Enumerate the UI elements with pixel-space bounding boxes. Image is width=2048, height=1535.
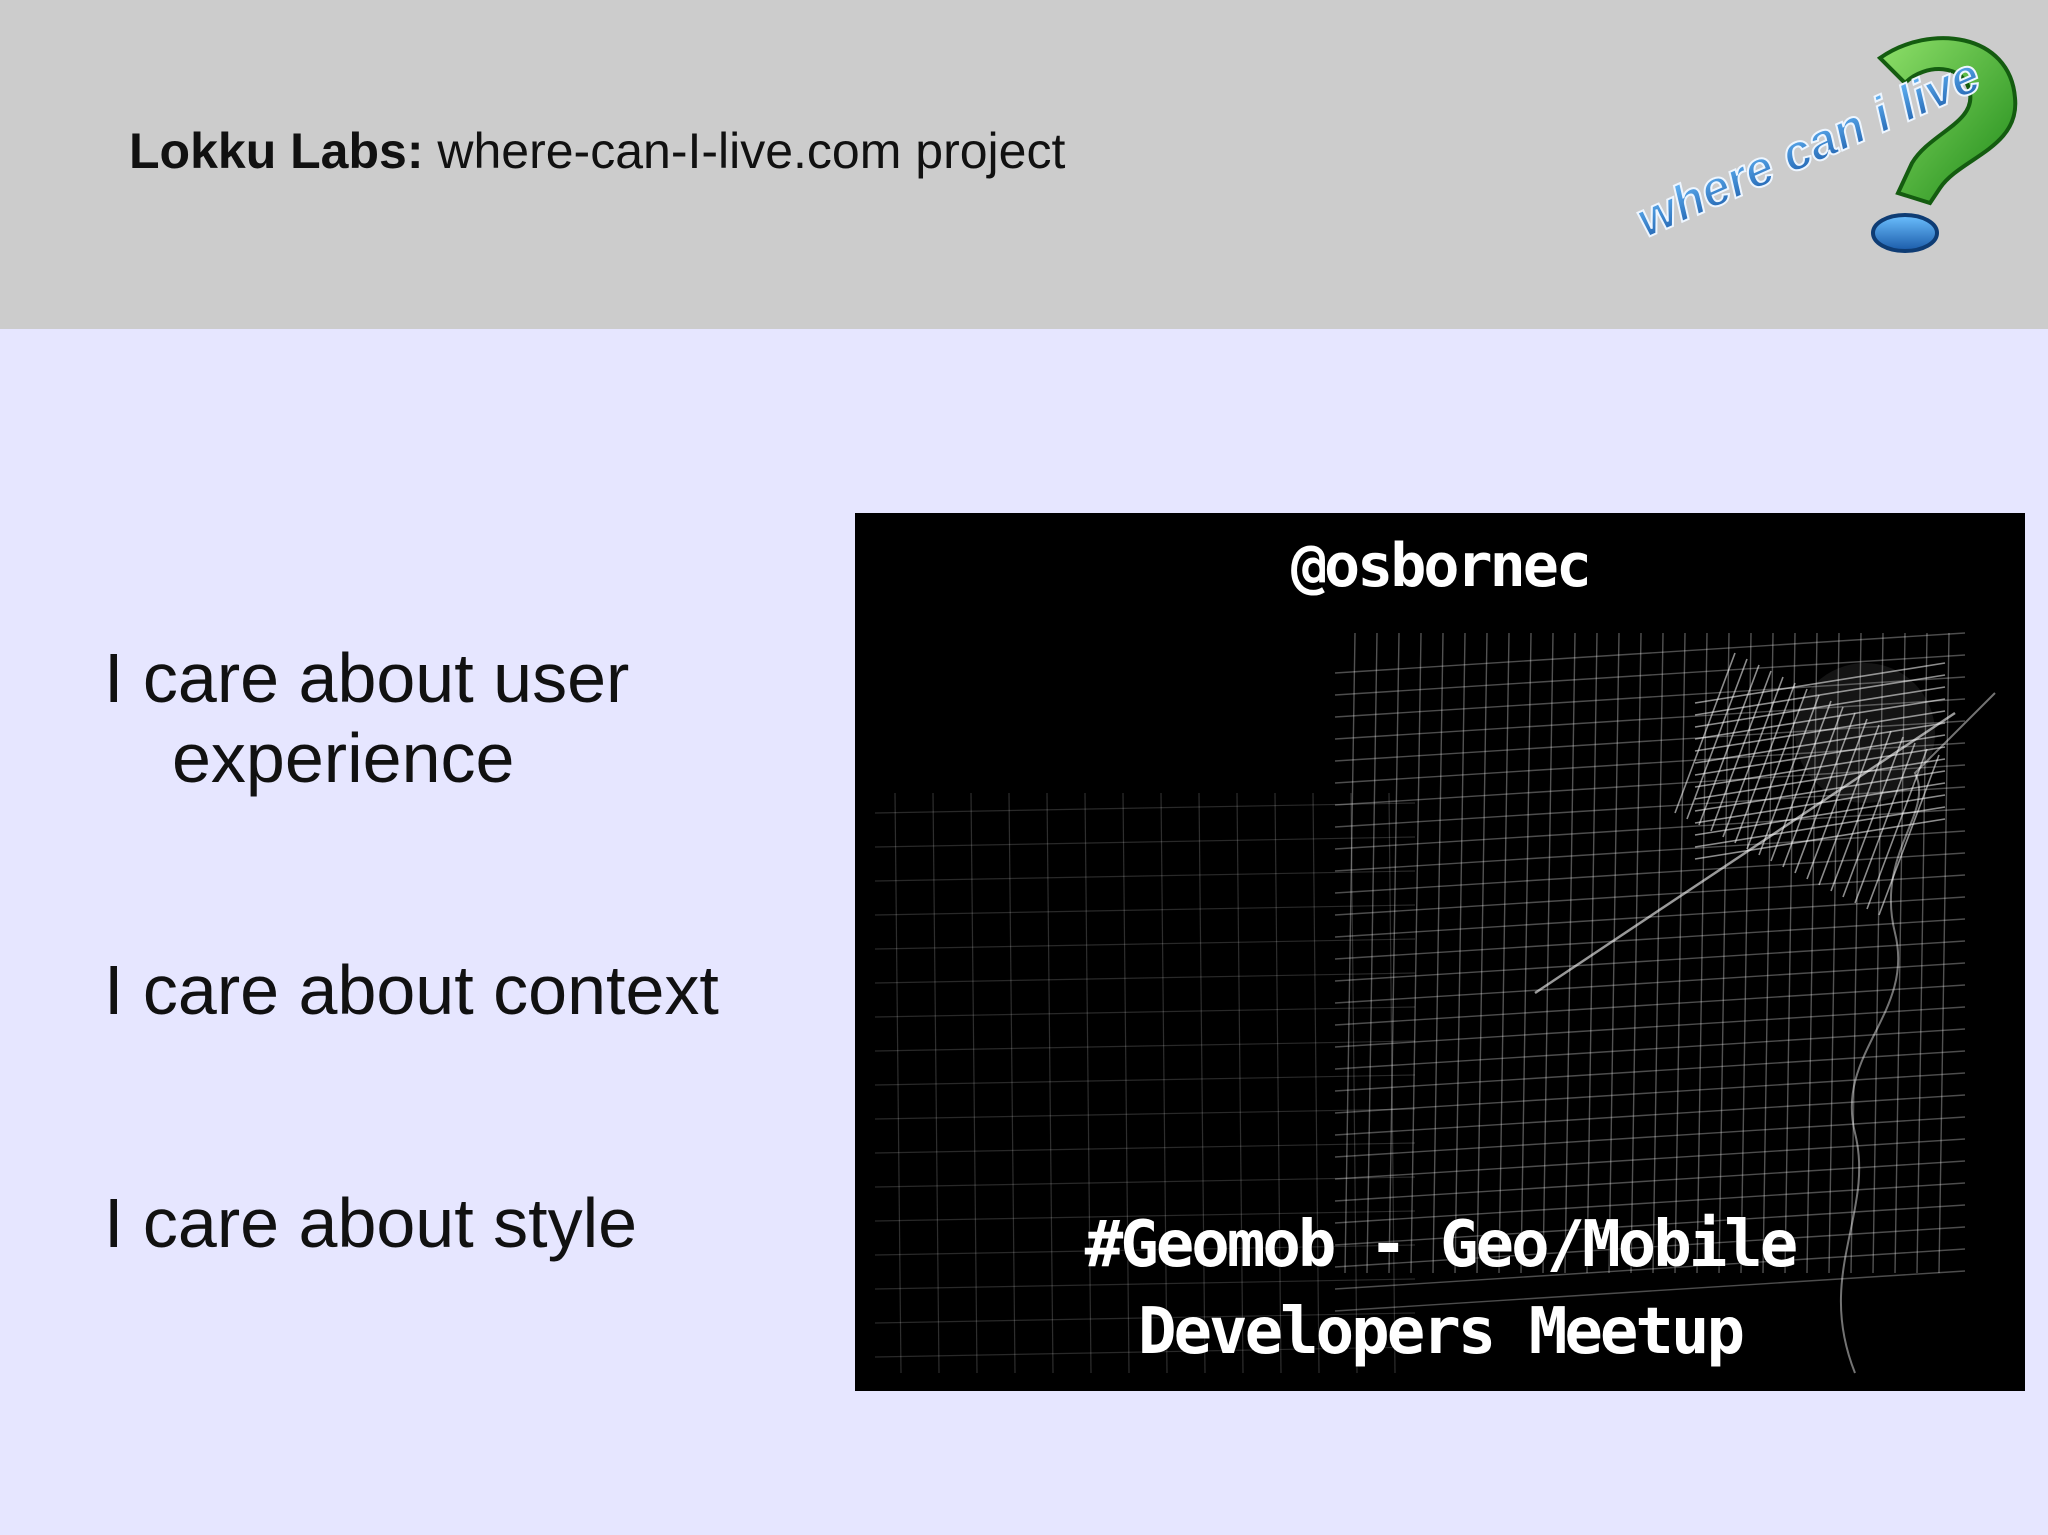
bullet-style: I care about style — [104, 1183, 637, 1263]
brand-name: Lokku Labs: — [129, 123, 424, 179]
bullet-text: I care about context — [104, 951, 719, 1029]
city-map-photo: @osbornec #Geomob - Geo/Mobile Developer… — [855, 513, 2025, 1391]
slide-title: Lokku Labs: where-can-I-live.com project — [129, 122, 1065, 180]
photo-caption-line2: Developers Meetup — [1137, 1295, 1745, 1369]
where-can-i-live-logo: where can i live — [1627, 28, 2030, 258]
bullet-context: I care about context — [104, 950, 719, 1030]
bullet-text-continued: experience — [172, 719, 515, 797]
project-name: where-can-I-live.com project — [423, 123, 1066, 179]
photo-caption-line1: #Geomob - Geo/Mobile — [1084, 1208, 1799, 1282]
slide-header: Lokku Labs: where-can-I-live.com project… — [0, 0, 2048, 329]
photo-handle: @osbornec — [1290, 531, 1592, 601]
bullet-text: I care about user — [104, 639, 630, 717]
bullet-text: I care about style — [104, 1184, 638, 1262]
bullet-user-experience: I care about user experience — [104, 638, 629, 798]
